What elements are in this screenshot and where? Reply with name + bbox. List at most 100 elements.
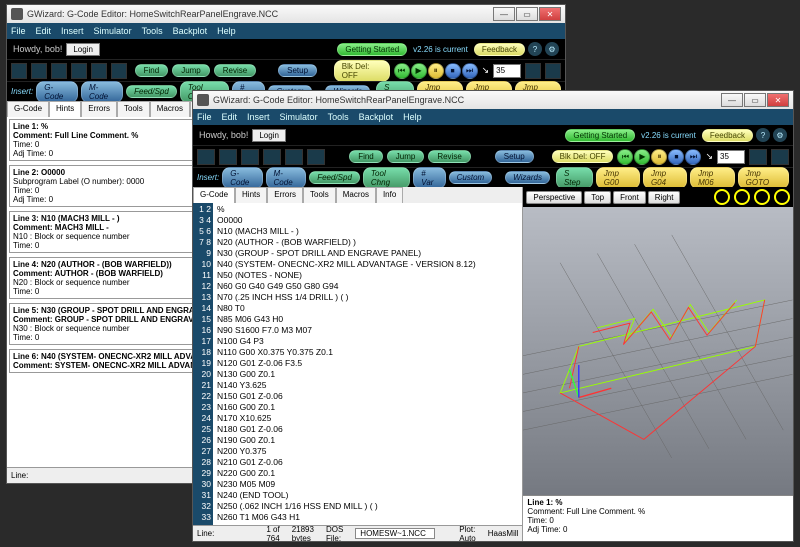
forward-button[interactable]: ⏭ [462,63,478,79]
tab-gcode[interactable]: G-Code [193,187,235,203]
play-button[interactable]: ▶ [411,63,427,79]
rewind-button[interactable]: ⏮ [394,63,410,79]
tab-info[interactable]: Info [376,187,403,203]
jmp-g04[interactable]: Jmp G04 [643,167,687,189]
stop-button[interactable]: ⏹ [668,149,684,165]
insert-wizards[interactable]: Wizards [505,171,550,184]
menu-file[interactable]: File [197,112,212,122]
open-icon[interactable] [219,149,237,165]
login-button[interactable]: Login [66,43,100,56]
menu-tools[interactable]: Tools [142,26,163,36]
maximize-button[interactable]: ▭ [744,93,766,107]
revise-button[interactable]: Revise [428,150,470,163]
jmp-g00[interactable]: Jmp G00 [596,167,640,189]
menu-edit[interactable]: Edit [222,112,238,122]
menu-tools[interactable]: Tools [328,112,349,122]
menu-edit[interactable]: Edit [36,26,52,36]
jmp-m06[interactable]: Jmp M06 [690,167,735,189]
open-icon[interactable] [31,63,47,79]
refresh-icon[interactable] [771,149,789,165]
close-button[interactable]: ✕ [539,7,561,21]
feedback-button[interactable]: Feedback [474,43,525,56]
stop-button[interactable]: ⏹ [445,63,461,79]
zoom-out-icon[interactable] [734,189,750,205]
setup-button[interactable]: Setup [495,150,534,163]
pause-button[interactable]: ⏸ [651,149,667,165]
sstep-button[interactable]: S Step [556,167,593,189]
refresh-icon[interactable] [545,63,561,79]
minimize-button[interactable]: — [493,7,515,21]
close-button[interactable]: ✕ [767,93,789,107]
menu-simulator[interactable]: Simulator [280,112,318,122]
tab-tools[interactable]: Tools [117,101,150,117]
forward-button[interactable]: ⏭ [685,149,701,165]
help-icon[interactable]: ? [756,128,770,142]
copy-icon[interactable] [91,63,107,79]
menu-help[interactable]: Help [217,26,236,36]
copy-icon[interactable] [285,149,303,165]
zoom-fit-icon[interactable] [754,189,770,205]
menu-insert[interactable]: Insert [247,112,270,122]
find-button[interactable]: Find [349,150,383,163]
feedback-button[interactable]: Feedback [702,129,753,142]
zoom-window-icon[interactable] [774,189,790,205]
new-icon[interactable] [11,63,27,79]
insert-toolchng[interactable]: Tool Chng [363,167,410,189]
jump-button[interactable]: Jump [172,64,210,77]
tab-hints[interactable]: Hints [49,101,81,117]
blkdel-button[interactable]: Blk Del: OFF [334,60,390,82]
menu-backplot[interactable]: Backplot [359,112,394,122]
help-icon[interactable]: ? [528,42,542,56]
backplot-canvas[interactable]: Line 1: % Comment: Full Line Comment. % … [523,207,793,541]
settings-icon[interactable]: ⚙ [545,42,559,56]
find-button[interactable]: Find [135,64,169,77]
insert-gcode[interactable]: G-Code [36,81,78,103]
new-icon[interactable] [197,149,215,165]
jmp-goto[interactable]: Jmp GOTO [738,167,789,189]
rewind-button[interactable]: ⏮ [617,149,633,165]
tab-gcode[interactable]: G-Code [7,101,49,117]
view-top[interactable]: Top [584,191,611,204]
tab-errors[interactable]: Errors [81,101,117,117]
code-body[interactable]: 1 2 3 4 5 6 7 8 9 10 11 12 13 14 15 16 1… [193,203,522,525]
tab-tools[interactable]: Tools [303,187,336,203]
jump-button[interactable]: Jump [387,150,425,163]
menu-help[interactable]: Help [403,112,422,122]
step-up-icon[interactable] [749,149,767,165]
insert-feedspd[interactable]: Feed/Spd [309,171,360,184]
tab-hints[interactable]: Hints [235,187,267,203]
code-text[interactable]: % O0000 N10 (MACH3 MILL - ) N20 (AUTHOR … [213,203,522,525]
revise-button[interactable]: Revise [214,64,256,77]
step-up-icon[interactable] [525,63,541,79]
maximize-button[interactable]: ▭ [516,7,538,21]
insert-mcode[interactable]: M-Code [81,81,123,103]
cut-icon[interactable] [71,63,87,79]
insert-custom[interactable]: Custom [449,171,493,184]
tab-errors[interactable]: Errors [267,187,303,203]
dos-filename[interactable] [355,528,435,539]
speed-input[interactable] [717,150,745,164]
setup-button[interactable]: Setup [278,64,317,77]
getting-started-button[interactable]: Getting Started [565,129,635,142]
blkdel-button[interactable]: Blk Del: OFF [552,150,614,163]
view-right[interactable]: Right [648,191,681,204]
menu-file[interactable]: File [11,26,26,36]
insert-gcode[interactable]: G-Code [222,167,262,189]
paste-icon[interactable] [307,149,325,165]
menu-insert[interactable]: Insert [61,26,84,36]
login-button[interactable]: Login [252,129,286,142]
tab-macros[interactable]: Macros [150,101,190,117]
pause-button[interactable]: ⏸ [428,63,444,79]
menu-simulator[interactable]: Simulator [94,26,132,36]
paste-icon[interactable] [111,63,127,79]
save-icon[interactable] [51,63,67,79]
tab-macros[interactable]: Macros [336,187,376,203]
speed-input[interactable] [493,64,521,78]
insert-var[interactable]: # Var [413,167,445,189]
cut-icon[interactable] [263,149,281,165]
insert-feedspd[interactable]: Feed/Spd [126,85,177,98]
menu-backplot[interactable]: Backplot [173,26,208,36]
view-front[interactable]: Front [613,191,646,204]
view-perspective[interactable]: Perspective [526,191,582,204]
play-button[interactable]: ▶ [634,149,650,165]
